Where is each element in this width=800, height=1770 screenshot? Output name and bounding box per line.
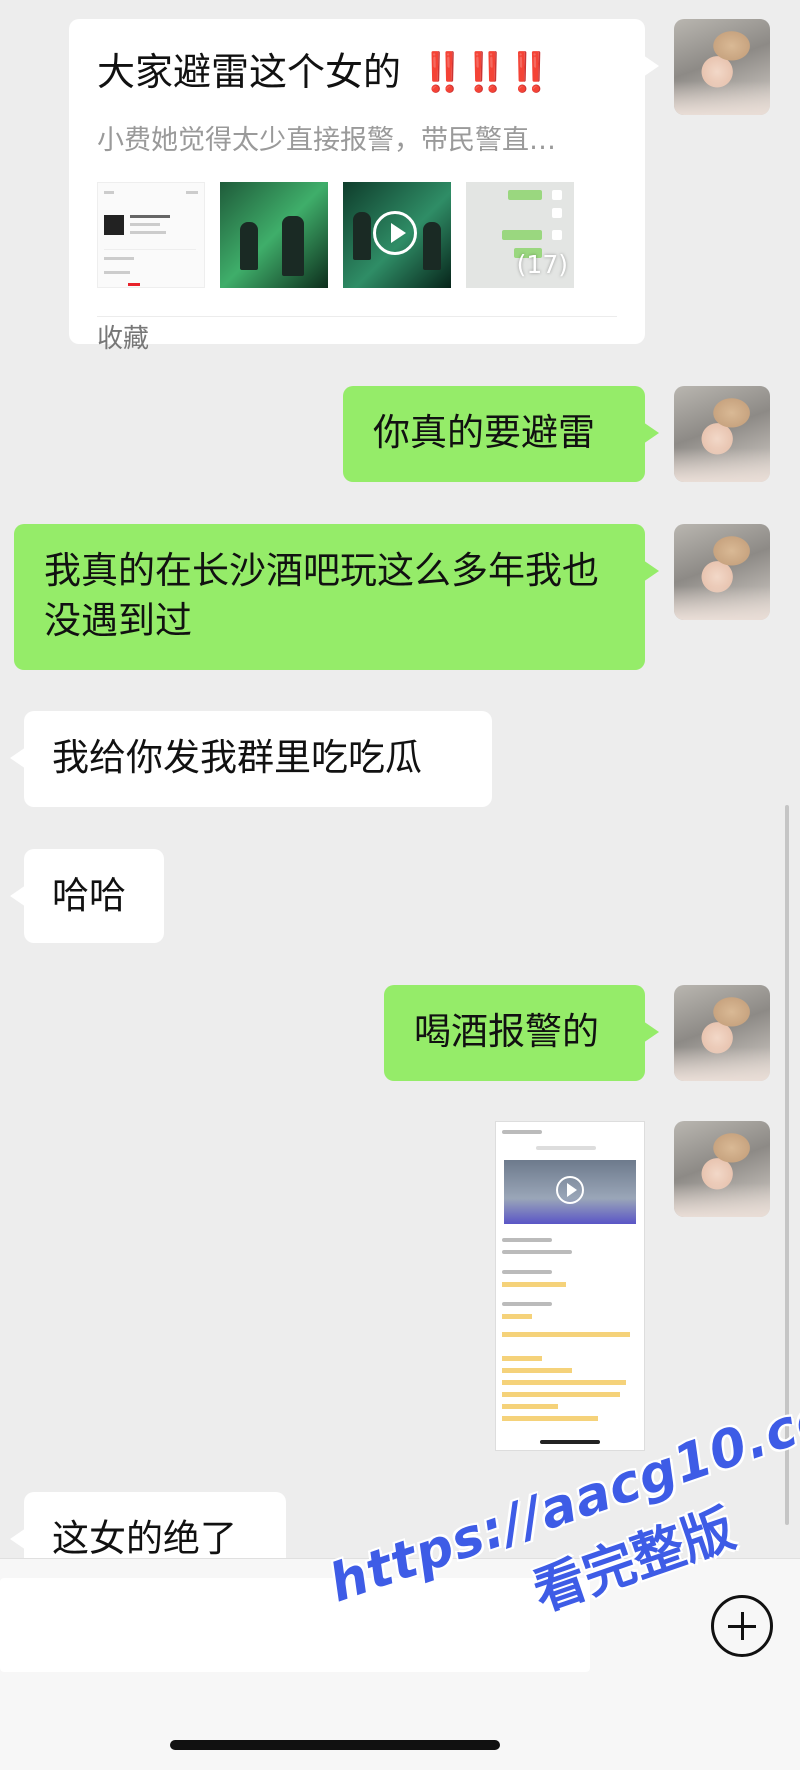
chat-input-bar [0,1558,800,1770]
play-icon [556,1176,584,1204]
police-photo-thumbnail [220,182,328,288]
card-divider [97,316,617,317]
message-text: 哈哈 [52,874,126,917]
self-avatar[interactable] [674,524,770,620]
message-bubble-self[interactable]: 你真的要避雷 [343,386,659,482]
chat-screenshot-thumbnail[interactable]: (17) [466,182,574,288]
message-bubble-other[interactable]: 我给你发我群里吃吃瓜 [10,711,492,807]
favorites-card-summary: 小费她觉得太少直接报警，带民警直… [97,125,556,156]
message-text: 我真的在长沙酒吧玩这么多年我也没遇到过 [44,549,599,642]
video-thumbnail[interactable] [343,182,451,288]
message-text: 你真的要避雷 [373,411,595,454]
message-bubble-self[interactable]: 喝酒报警的 [384,985,659,1081]
play-icon[interactable] [373,211,417,255]
message-text: 这女的绝了 [52,1517,237,1560]
scrollbar[interactable] [785,805,789,1525]
profile-screenshot-thumbnail [97,182,205,288]
more-images-count: (17) [516,250,568,279]
message-text: 我给你发我群里吃吃瓜 [52,736,422,779]
home-indicator[interactable] [170,1740,500,1750]
self-avatar[interactable] [674,19,770,115]
message-input[interactable] [0,1578,590,1672]
self-avatar[interactable] [674,985,770,1081]
self-avatar[interactable] [674,1121,770,1217]
message-bubble-other[interactable]: 哈哈 [10,849,164,943]
favorites-card-message[interactable]: 大家避雷这个女的 ‼️‼️‼️ 小费她觉得太少直接报警，带民警直… (17) 收藏 [69,19,659,354]
self-avatar[interactable] [674,386,770,482]
message-bubble-self[interactable]: 我真的在长沙酒吧玩这么多年我也没遇到过 [14,524,659,670]
alert-emoji: ‼️‼️‼️ [419,50,553,94]
image-message-screenshot[interactable] [495,1121,645,1451]
favorites-card-title: 大家避雷这个女的 ‼️‼️‼️ [97,50,553,94]
message-text: 喝酒报警的 [414,1010,599,1053]
plus-circle-icon[interactable] [711,1595,773,1657]
favorites-source-label: 收藏 [97,324,150,354]
